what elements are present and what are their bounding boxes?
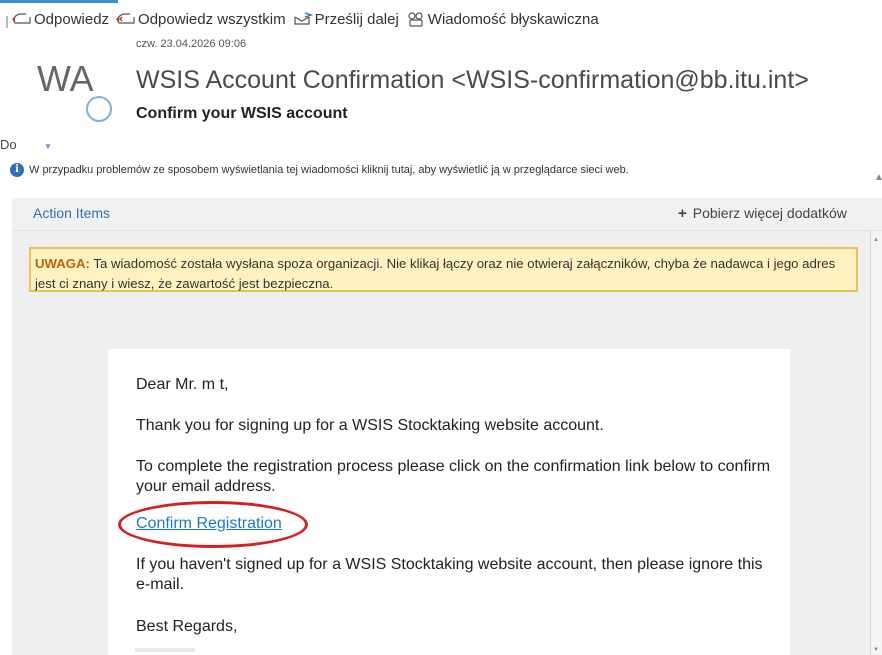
external-sender-warning: UWAGA: Ta wiadomość została wysłana spoz…	[29, 247, 858, 292]
top-accent-line	[0, 0, 118, 3]
instant-message-icon	[408, 11, 423, 27]
message-subject: Confirm your WSIS account	[136, 105, 348, 122]
reply-all-button[interactable]: Odpowiedz wszystkim	[116, 11, 286, 28]
reply-all-label: Odpowiedz wszystkim	[138, 11, 286, 28]
email-ignore-note: If you haven't signed up for a WSIS Stoc…	[136, 556, 763, 593]
recipient-expand-icon[interactable]: ▼	[44, 142, 52, 151]
instant-message-label: Wiadomość błyskawiczna	[427, 11, 599, 28]
email-instruction-text: To complete the registration process ple…	[136, 458, 771, 495]
email-content-card: Dear Mr. m t, Thank you for signing up f…	[108, 349, 790, 655]
plus-icon: +	[678, 205, 687, 222]
window-edge-tick	[6, 16, 8, 28]
reply-icon	[12, 12, 31, 24]
forward-icon	[293, 11, 313, 25]
info-bar[interactable]: i W przypadku problemów ze sposobem wyśw…	[10, 163, 629, 177]
info-icon: i	[10, 163, 24, 177]
info-bar-collapse-icon[interactable]: ▲	[874, 172, 882, 183]
scroll-up-icon[interactable]: ▲	[873, 237, 879, 243]
scroll-down-icon[interactable]: ▼	[873, 647, 879, 653]
email-closing: Best Regards,	[136, 618, 238, 635]
message-date: czw. 23.04.2026 09:06	[136, 38, 247, 50]
get-addins-label: Pobierz więcej dodatków	[692, 205, 847, 221]
forward-button[interactable]: Prześlij dalej	[293, 11, 399, 28]
to-label: Do	[0, 137, 17, 152]
reply-label: Odpowiedz	[34, 11, 110, 28]
cut-off-signature	[135, 648, 195, 652]
email-thanks-text: Thank you for signing up for a WSIS Stoc…	[136, 417, 604, 434]
get-addins-button[interactable]: + Pobierz więcej dodatków	[678, 205, 847, 222]
email-greeting: Dear Mr. m t,	[136, 376, 229, 393]
info-bar-text: W przypadku problemów ze sposobem wyświe…	[29, 164, 629, 176]
action-items-link[interactable]: Action Items	[33, 205, 110, 221]
recipients-row: Do ▼	[0, 137, 52, 152]
sender-avatar[interactable]: WA	[15, 52, 112, 122]
vertical-scrollbar[interactable]: ▲ ▼	[870, 231, 882, 655]
presence-status-icon	[86, 96, 112, 122]
action-items-bar: Action Items + Pobierz więcej dodatków	[12, 198, 882, 231]
message-toolbar: Odpowiedz Odpowiedz wszystkim Prześlij d…	[12, 11, 606, 28]
warning-text: Ta wiadomość została wysłana spoza organ…	[35, 256, 836, 291]
warning-label: UWAGA:	[35, 256, 90, 271]
avatar-initials: WA	[37, 58, 94, 99]
reply-button[interactable]: Odpowiedz	[12, 11, 109, 28]
reply-all-icon	[116, 12, 135, 24]
instant-message-button[interactable]: Wiadomość błyskawiczna	[406, 11, 599, 28]
sender-name[interactable]: WSIS Account Confirmation <WSIS-confirma…	[136, 66, 809, 95]
forward-label: Prześlij dalej	[314, 11, 399, 28]
confirm-registration-link[interactable]: Confirm Registration	[136, 514, 282, 534]
